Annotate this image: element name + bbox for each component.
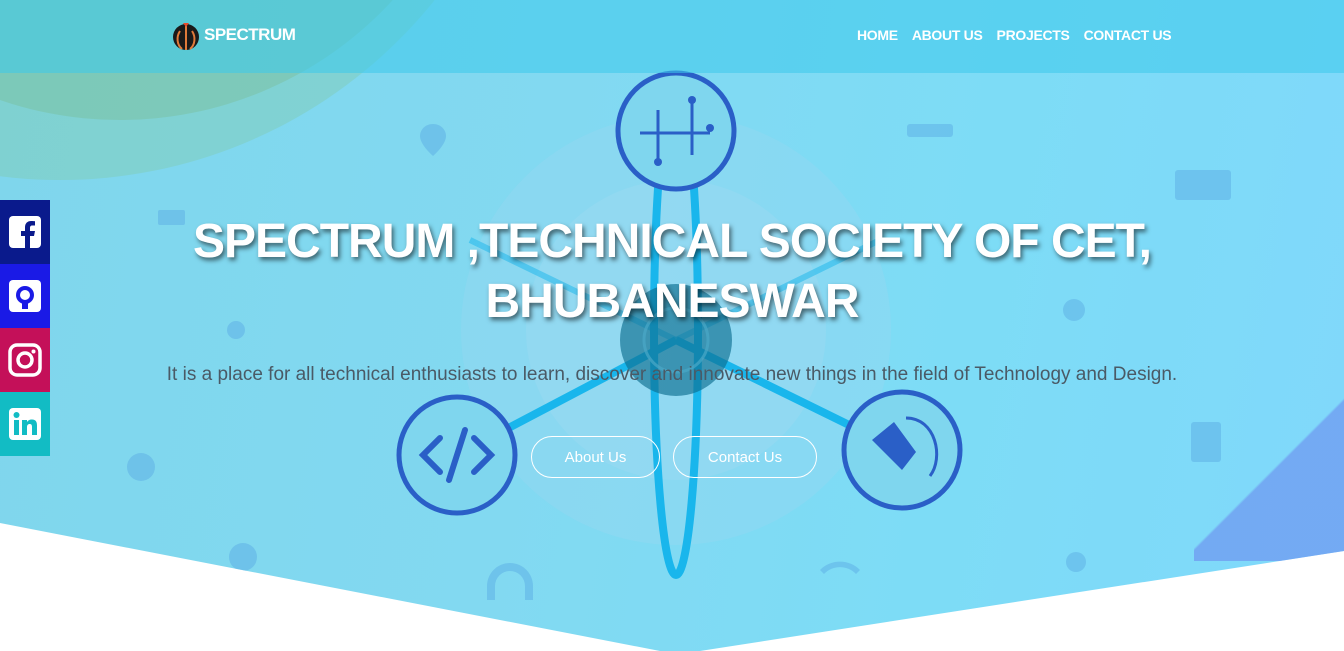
instagram-icon [8,343,42,377]
lightbulb-icon [1066,552,1086,572]
circuit-icon [615,70,737,192]
social-sidebar [0,200,50,456]
at-sign-icon [229,543,257,571]
code-icon [396,394,518,516]
pen-tool-icon [841,389,963,511]
router-icon [907,124,953,137]
top-navbar: SPECTRUM HOME ABOUT US PROJECTS CONTACT … [0,0,1344,73]
facebook-icon [9,216,41,248]
spectrum-logo [173,23,199,50]
nav-about-us[interactable]: ABOUT US [912,27,983,43]
github-link[interactable] [0,264,50,328]
github-icon [9,280,41,312]
about-us-button[interactable]: About Us [531,436,660,478]
instagram-link[interactable] [0,328,50,392]
linkedin-link[interactable] [0,392,50,456]
headphones-icon [487,563,533,600]
location-pin-icon [420,124,446,156]
tablet-icon [1191,422,1221,462]
brand[interactable]: SPECTRUM [171,20,296,50]
linkedin-icon [9,408,41,440]
monitor-icon [1175,170,1231,200]
nav-projects[interactable]: PROJECTS [997,27,1070,43]
main-nav: HOME ABOUT US PROJECTS CONTACT US [857,27,1172,43]
hero-description: It is a place for all technical enthusia… [166,364,1178,385]
globe-icon [127,453,155,481]
hero-title: SPECTRUM ,TECHNICAL SOCIETY OF CET, BHUB… [193,215,1152,328]
brand-name: SPECTRUM [204,25,296,44]
nav-home[interactable]: HOME [857,27,898,43]
facebook-link[interactable] [0,200,50,264]
wifi-icon [820,561,860,574]
contact-us-button[interactable]: Contact Us [673,436,817,478]
nav-contact-us[interactable]: CONTACT US [1084,27,1172,43]
